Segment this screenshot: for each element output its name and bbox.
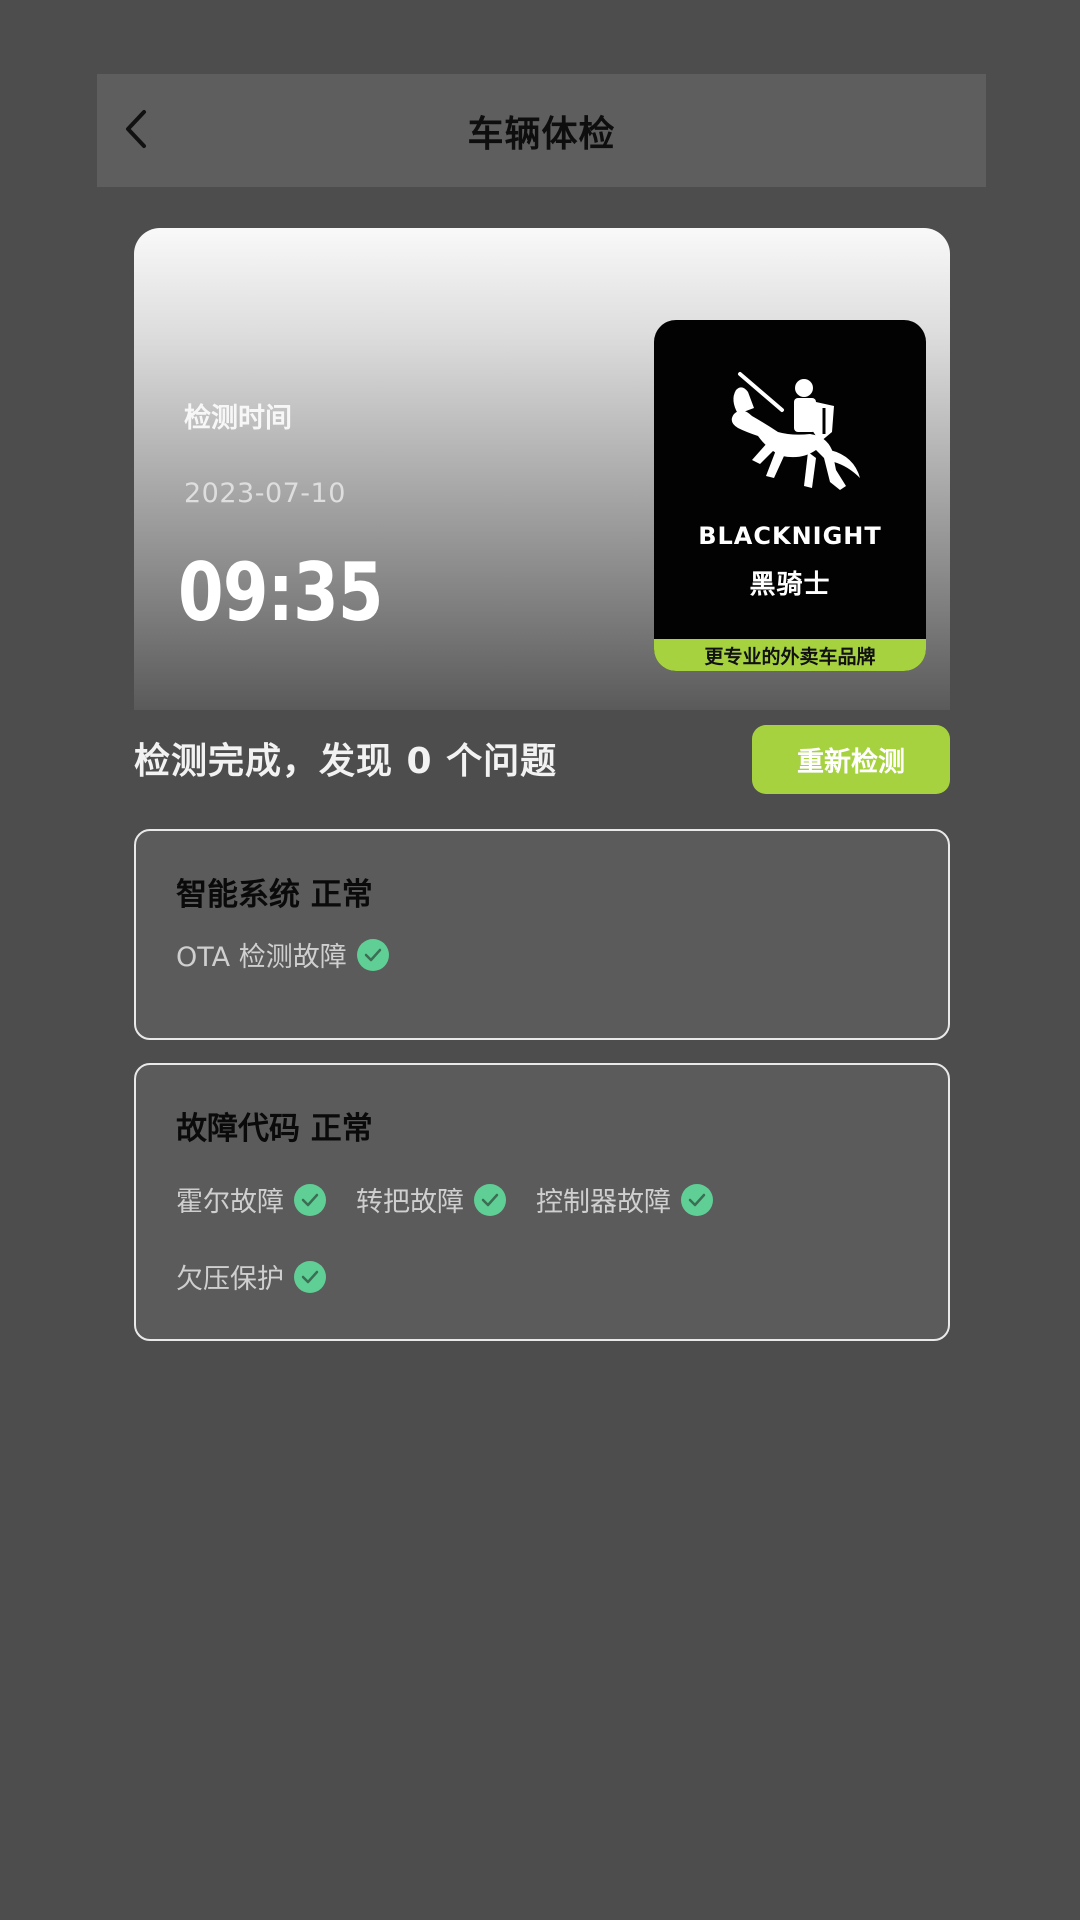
knight-on-horse-icon — [731, 372, 860, 490]
check-item-label: 转把故障 — [356, 1187, 464, 1218]
inspection-result-summary: 检测完成，发现 0 个问题 — [134, 741, 558, 782]
panel-title: 智能系统 正常 — [176, 877, 373, 913]
check-item-list: 霍尔故障 转把故障 控制器故障 欠压保护 — [176, 1180, 916, 1334]
page-title: 车辆体检 — [467, 113, 616, 155]
check-item-list: OTA 检测故障 — [176, 935, 916, 1012]
check-circle-icon — [681, 1183, 713, 1216]
check-item-label: 欠压保护 — [176, 1264, 284, 1295]
brand-name-cn: 黑骑士 — [749, 570, 831, 600]
brand-logo: BLACKNIGHT 黑骑士 更专业的外卖车品牌 — [654, 320, 926, 671]
check-circle-icon — [474, 1183, 506, 1216]
check-item: 控制器故障 — [536, 1180, 713, 1219]
inspection-hero-card: 检测时间 2023-07-10 09:35 BLACKNIGHT 黑骑士 更专业… — [134, 228, 950, 710]
check-item: 欠压保护 — [176, 1257, 326, 1296]
check-item-label: OTA 检测故障 — [176, 942, 347, 973]
recheck-button[interactable]: 重新检测 — [752, 725, 950, 794]
check-item-label: 霍尔故障 — [176, 1187, 284, 1218]
check-circle-icon — [294, 1183, 326, 1216]
smart-system-panel: 智能系统 正常 OTA 检测故障 — [134, 829, 950, 1040]
top-bar: 车辆体检 — [97, 74, 986, 187]
inspection-time-label: 检测时间 — [184, 403, 292, 434]
check-item-label: 控制器故障 — [536, 1187, 671, 1218]
fault-code-panel: 故障代码 正常 霍尔故障 转把故障 控制器故障 欠压保护 — [134, 1063, 950, 1341]
check-circle-icon — [294, 1260, 326, 1293]
check-item: OTA 检测故障 — [176, 935, 389, 974]
check-item: 霍尔故障 — [176, 1180, 326, 1219]
brand-name-en: BLACKNIGHT — [698, 522, 882, 550]
inspection-time: 09:35 — [178, 546, 384, 639]
inspection-date: 2023-07-10 — [184, 478, 346, 509]
panel-title: 故障代码 正常 — [176, 1111, 373, 1147]
check-item: 转把故障 — [356, 1180, 506, 1219]
check-circle-icon — [356, 938, 389, 971]
brand-slogan: 更专业的外卖车品牌 — [654, 639, 926, 671]
